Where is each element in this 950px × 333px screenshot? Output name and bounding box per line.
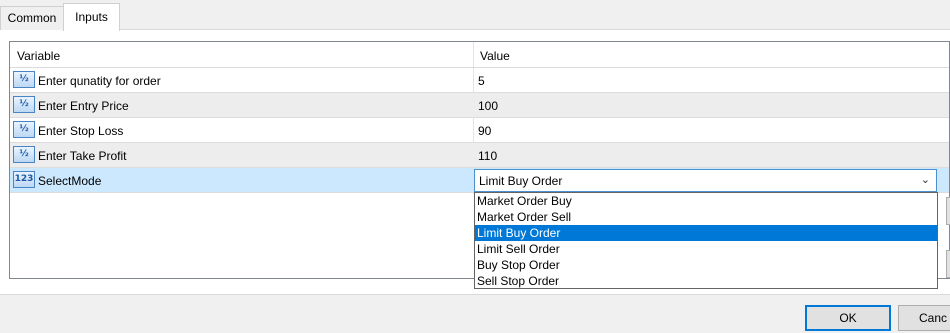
tab-strip: Common Inputs [0,0,950,31]
fraction-type-icon: ½ [13,96,35,113]
tab-inputs[interactable]: Inputs [63,3,120,31]
fraction-type-icon: ½ [13,146,35,163]
variable-name: SelectMode [38,174,102,188]
dropdown-option-selected[interactable]: Limit Buy Order [475,225,937,241]
dialog-footer: OK Canc [0,294,950,333]
dropdown-option[interactable]: Limit Sell Order [475,241,937,257]
variable-value[interactable]: 110 [478,149,497,163]
side-button-lower[interactable] [946,250,950,278]
variable-name: Enter Entry Price [38,99,129,113]
input-row-entry-price[interactable]: ½ Enter Entry Price 100 [10,92,949,117]
dropdown-option[interactable]: Market Order Sell [475,209,937,225]
combobox-value: Limit Buy Order [479,174,563,188]
integer-type-icon: 123 [13,171,35,188]
column-header-value[interactable]: Value [480,49,510,63]
variable-name: Enter Stop Loss [38,124,124,138]
select-mode-combobox[interactable]: Limit Buy Order ⌄ [474,169,937,192]
fraction-type-icon: ½ [13,71,35,88]
dropdown-option[interactable]: Buy Stop Order [475,257,937,273]
input-row-select-mode[interactable]: 123 SelectMode Limit Buy Order ⌄ [10,167,949,193]
side-button-upper[interactable] [946,197,950,225]
variable-name: Enter Take Profit [38,149,127,163]
input-row-stop-loss[interactable]: ½ Enter Stop Loss 90 [10,117,949,142]
tab-common[interactable]: Common [0,6,64,30]
cancel-button[interactable]: Canc [898,305,950,331]
variable-name: Enter qunatity for order [38,74,161,88]
ok-button[interactable]: OK [805,305,891,331]
variable-value[interactable]: 90 [478,124,491,138]
select-mode-dropdown-list[interactable]: Market Order Buy Market Order Sell Limit… [474,192,938,289]
input-row-quantity[interactable]: ½ Enter qunatity for order 5 [10,67,949,92]
column-header-variable[interactable]: Variable [17,49,60,63]
variable-value[interactable]: 5 [478,74,485,88]
chevron-down-icon[interactable]: ⌄ [921,173,930,186]
variable-value[interactable]: 100 [478,99,498,113]
dropdown-option[interactable]: Sell Stop Order [475,273,937,289]
grid-header: Variable Value [10,42,949,67]
fraction-type-icon: ½ [13,121,35,138]
input-row-take-profit[interactable]: ½ Enter Take Profit 110 [10,142,949,167]
dropdown-option[interactable]: Market Order Buy [475,193,937,209]
